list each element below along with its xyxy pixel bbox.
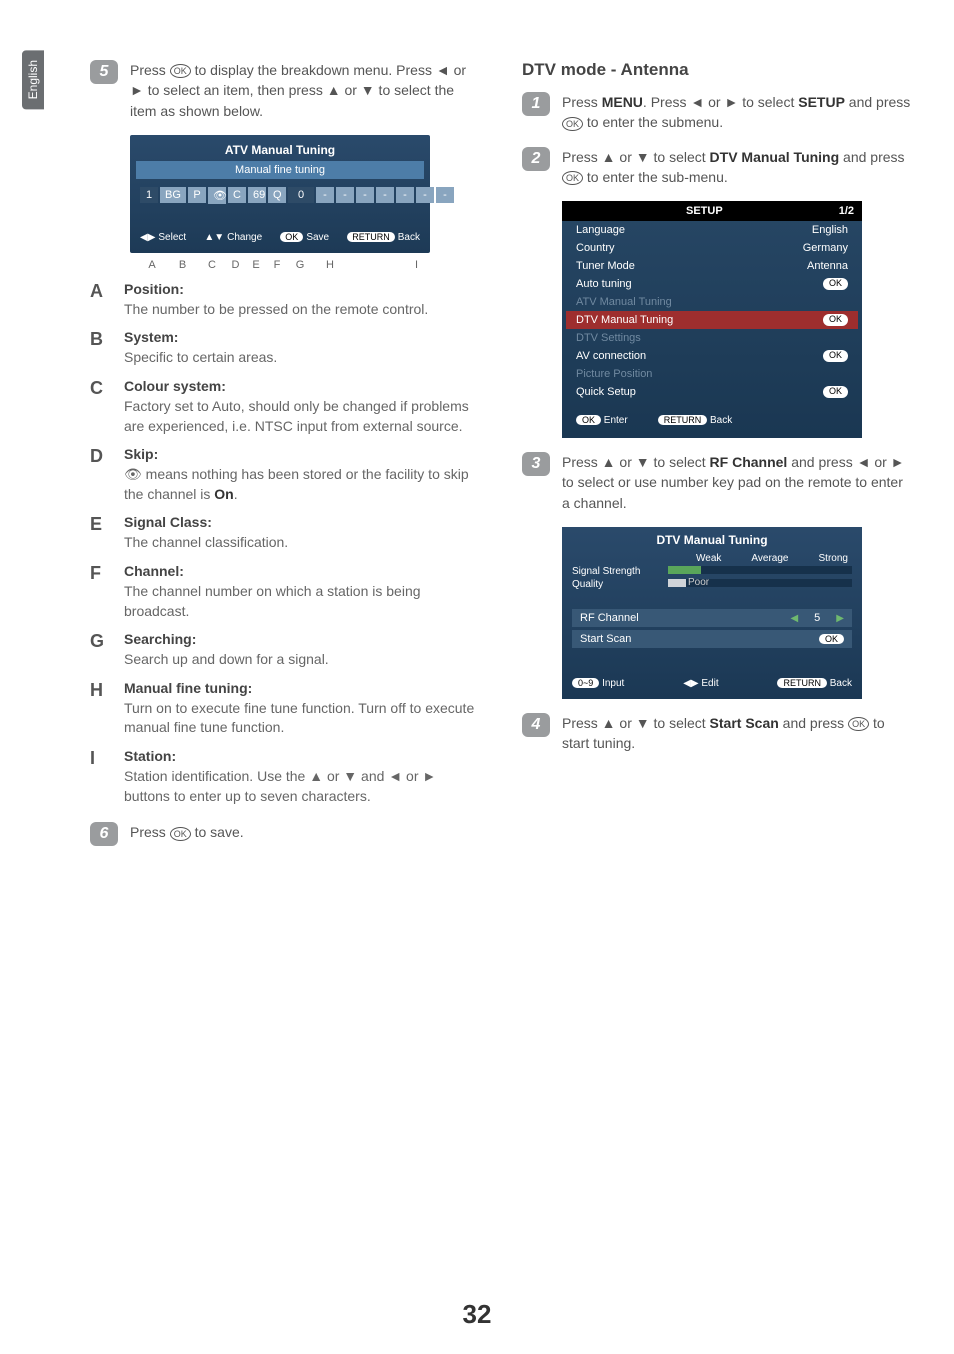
seg-skip-icon: 👁 (208, 187, 226, 204)
seg: - (316, 187, 334, 203)
item-c: C Colour system:Factory set to Auto, sho… (90, 378, 482, 436)
item-h: H Manual fine tuning:Turn on to execute … (90, 680, 482, 738)
page-number: 32 (0, 1299, 954, 1330)
page-content: 5 Press OK to display the breakdown menu… (0, 0, 954, 860)
atv-title: ATV Manual Tuning (140, 143, 420, 157)
step-6: 6 Press OK to save. (90, 822, 482, 846)
seg: BG (160, 187, 186, 203)
save-hint: OK Save (280, 232, 329, 243)
signal-strength-row: Signal Strength (572, 564, 852, 577)
step-2: 2 Press ▲ or ▼ to select DTV Manual Tuni… (522, 147, 914, 188)
setup-row: Tuner ModeAntenna (562, 257, 862, 275)
seg: - (416, 187, 434, 203)
atv-footer: ◀▶ Select ▲▼ Change OK Save RETURN Back (140, 232, 420, 243)
setup-footer: OK Enter RETURN Back (562, 401, 862, 430)
item-f: F Channel:The channel number on which a … (90, 563, 482, 621)
step-badge-3: 3 (522, 452, 550, 476)
language-tab: English (22, 50, 44, 109)
seg: Q (268, 187, 286, 203)
seg: P (188, 187, 206, 203)
seg: - (356, 187, 374, 203)
setup-row-disabled: Picture Position (562, 365, 862, 383)
step-badge-5: 5 (90, 60, 118, 84)
ok-icon: OK (170, 827, 191, 841)
left-column: 5 Press OK to display the breakdown menu… (90, 60, 482, 860)
seg: - (436, 187, 454, 203)
right-arrow-icon: ▶ (836, 613, 844, 624)
back-hint: RETURN Back (347, 232, 420, 243)
setup-header: SETUP 1/2 (562, 201, 862, 221)
seg: - (396, 187, 414, 203)
ok-icon: OK (562, 117, 583, 131)
atv-subtitle: Manual fine tuning (136, 161, 424, 179)
item-a: A Position:The number to be pressed on t… (90, 281, 482, 320)
step-5: 5 Press OK to display the breakdown menu… (90, 60, 482, 121)
item-d: D Skip: 👁 means nothing has been stored … (90, 446, 482, 504)
skip-icon: 👁 (124, 465, 142, 485)
atv-manual-tuning-osd: ATV Manual Tuning Manual fine tuning 1 B… (130, 135, 430, 253)
setup-row-selected: DTV Manual TuningOK (566, 311, 858, 329)
setup-row: AV connectionOK (562, 347, 862, 365)
step-3: 3 Press ▲ or ▼ to select RF Channel and … (522, 452, 914, 513)
ok-icon: OK (170, 64, 191, 78)
setup-row: LanguageEnglish (562, 221, 862, 239)
dtv-heading: DTV mode - Antenna (522, 60, 914, 80)
setup-osd: SETUP 1/2 LanguageEnglish CountryGermany… (562, 201, 862, 438)
dtv-manual-tuning-osd: DTV Manual Tuning Weak Average Strong Si… (562, 527, 862, 699)
setup-row: Quick SetupOK (562, 383, 862, 401)
rf-channel-row: RF Channel ◀5▶ (572, 609, 852, 627)
setup-row: CountryGermany (562, 239, 862, 257)
setup-row-disabled: ATV Manual Tuning (562, 293, 862, 311)
setup-row-disabled: DTV Settings (562, 329, 862, 347)
dtv-footer: 0~9 Input ◀▶ Edit RETURN Back (572, 678, 852, 689)
seg: 69 (248, 187, 266, 203)
setup-row: Auto tuningOK (562, 275, 862, 293)
right-column: DTV mode - Antenna 1 Press MENU. Press ◄… (522, 60, 914, 860)
step-4: 4 Press ▲ or ▼ to select Start Scan and … (522, 713, 914, 754)
seg: C (228, 187, 246, 203)
step-badge-4: 4 (522, 713, 550, 737)
seg: - (376, 187, 394, 203)
change-hint: ▲▼ Change (204, 232, 262, 243)
step-5-text: Press OK to display the breakdown menu. … (130, 60, 482, 121)
dtv-title: DTV Manual Tuning (572, 533, 852, 547)
seg: - (336, 187, 354, 203)
step-badge-2: 2 (522, 147, 550, 171)
item-i: I Station:Station identification. Use th… (90, 748, 482, 806)
step-badge-6: 6 (90, 822, 118, 846)
step-badge-1: 1 (522, 92, 550, 116)
meter-labels: Weak Average Strong (572, 553, 852, 564)
seg: 0 (288, 187, 314, 203)
start-scan-row: Start Scan OK (572, 630, 852, 648)
quality-row: Quality Poor (572, 577, 852, 590)
seg: 1 (140, 187, 158, 203)
left-arrow-icon: ◀ (790, 613, 798, 624)
ok-icon: OK (562, 171, 583, 185)
step-6-text: Press OK to save. (130, 822, 482, 842)
item-e: E Signal Class:The channel classificatio… (90, 514, 482, 553)
atv-segments: 1 BG P 👁 C 69 Q 0 - - - - - - - (140, 187, 420, 204)
step-1: 1 Press MENU. Press ◄ or ► to select SET… (522, 92, 914, 133)
item-g: G Searching:Search up and down for a sig… (90, 631, 482, 670)
select-hint: ◀▶ Select (140, 232, 186, 243)
item-b: B System:Specific to certain areas. (90, 329, 482, 368)
atv-pointers: A B C D E F G H I (138, 259, 482, 271)
ok-icon: OK (848, 717, 869, 731)
